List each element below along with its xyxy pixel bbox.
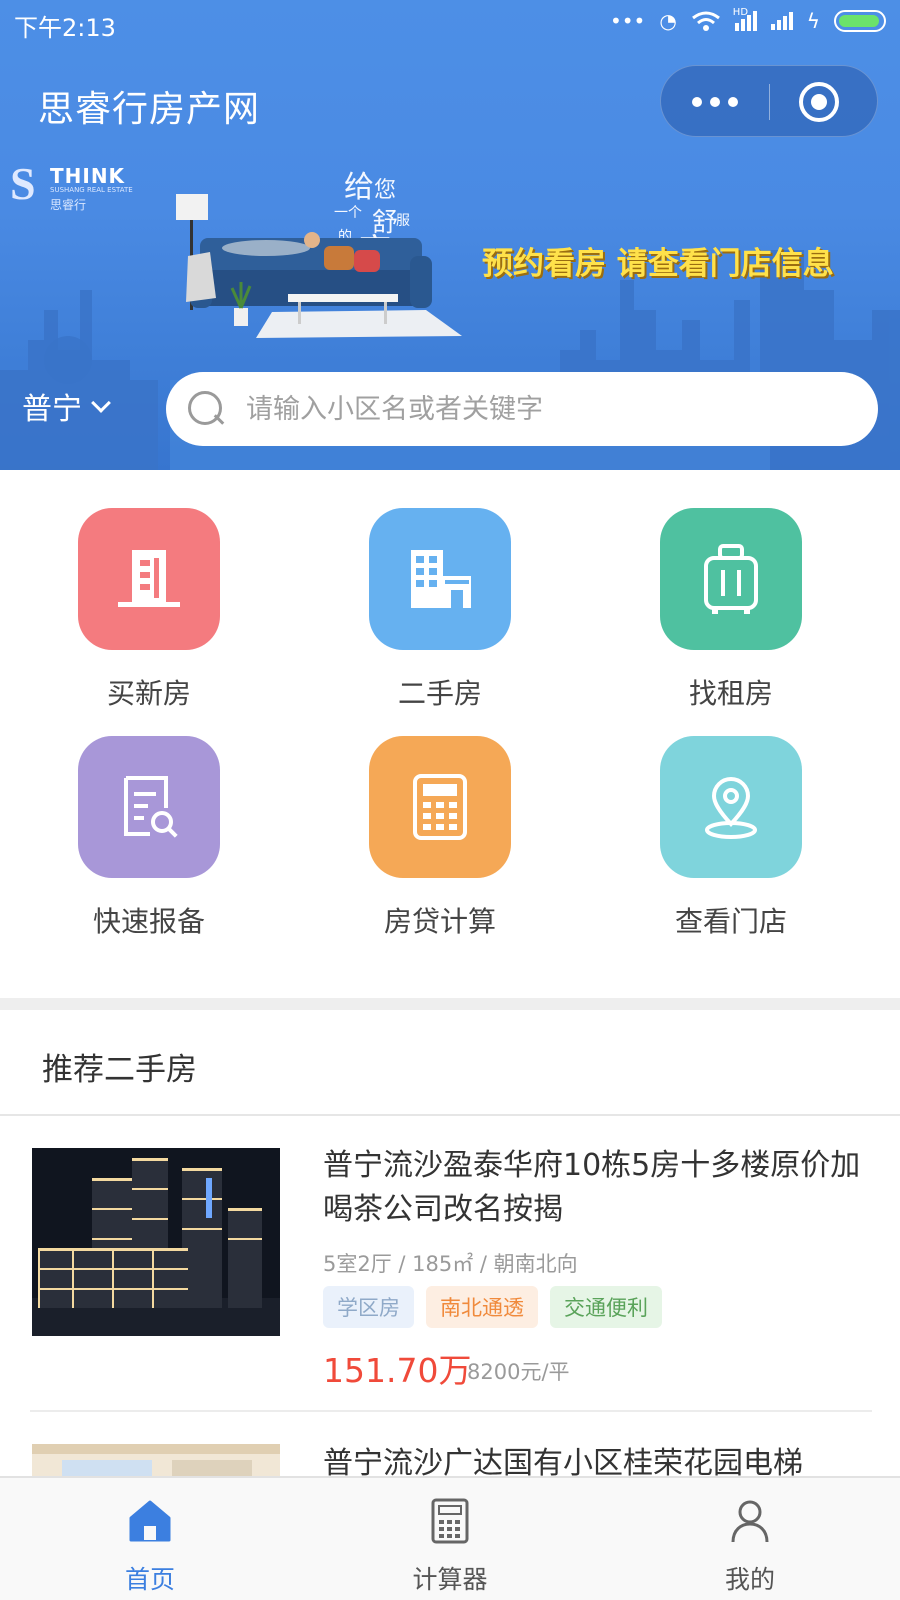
listing-thumbnail	[32, 1444, 280, 1476]
listing-tags: 学区房 南北通透 交通便利	[323, 1286, 662, 1328]
signal-hd-icon: HD	[733, 7, 757, 31]
alarm-icon: ◔	[659, 9, 677, 33]
menu-icon-bg	[78, 736, 220, 878]
status-time: 下午2:13	[14, 14, 116, 42]
search-icon	[188, 391, 224, 427]
target-close-icon[interactable]	[799, 82, 839, 122]
menu-item-loan-calc[interactable]: 房贷计算	[340, 736, 540, 940]
calculator-icon	[413, 774, 467, 840]
dots-icon: •••	[609, 9, 646, 33]
listing-item[interactable]: 普宁流沙广达国有小区桂荣花园电梯	[0, 1412, 900, 1476]
report-search-icon	[124, 776, 178, 838]
tab-label: 首页	[124, 1565, 175, 1594]
feature-menu: 买新房 二手房 找租房 快速报备 房贷计算 查看门店	[0, 470, 900, 998]
menu-label: 查看门店	[674, 905, 787, 938]
menu-label: 房贷计算	[383, 905, 496, 938]
menu-item-rent[interactable]: 找租房	[631, 508, 831, 712]
menu-item-view-store[interactable]: 查看门店	[631, 736, 831, 940]
listing-meta: 5室2厅 / 185㎡ / 朝南北向	[323, 1252, 578, 1276]
sofa-illustration	[176, 194, 462, 338]
building-icon	[118, 550, 180, 607]
logo-cn: 思睿行	[50, 198, 87, 212]
menu-icon-bg	[369, 736, 511, 878]
wifi-icon	[691, 11, 720, 31]
app-title: 思睿行房产网	[38, 89, 261, 130]
listing-price: 151.70万	[323, 1351, 472, 1390]
menu-label: 买新房	[106, 677, 191, 710]
logo-en: THINK	[50, 164, 126, 188]
listing-title: 普宁流沙盈泰华府10栋5房十多楼原价加喝茶公司改名按揭	[323, 1148, 861, 1227]
section-title: 推荐二手房	[42, 1052, 197, 1088]
header-banner: 下午2:13 ••• ◔ HD ϟ 思睿行房产网 S THINK SUSHANG…	[0, 0, 900, 470]
buildings-icon	[411, 550, 471, 608]
tab-label: 我的	[724, 1565, 775, 1594]
capsule-divider	[769, 84, 770, 120]
tab-calculator[interactable]: 计算器	[300, 1478, 600, 1600]
charging-icon: ϟ	[806, 9, 820, 33]
tag-transport: 交通便利	[550, 1286, 662, 1328]
menu-label: 找租房	[688, 677, 773, 710]
more-dots-icon[interactable]	[661, 66, 769, 138]
status-bar: 下午2:13 ••• ◔ HD ϟ	[0, 0, 900, 46]
tag-school-district: 学区房	[323, 1286, 414, 1328]
location-pin-icon	[705, 777, 757, 839]
listing-unit-price: 8200元/平	[467, 1360, 570, 1384]
user-icon	[731, 1500, 769, 1543]
tag-north-south: 南北通透	[426, 1286, 538, 1328]
luggage-icon	[704, 544, 758, 614]
city-selector[interactable]: 普宁	[22, 384, 111, 428]
menu-item-new-house[interactable]: 买新房	[49, 508, 249, 712]
tab-mine[interactable]: 我的	[600, 1478, 900, 1600]
logo-sub: SUSHANG REAL ESTATE	[50, 186, 133, 194]
menu-item-second-hand[interactable]: 二手房	[340, 508, 540, 712]
menu-icon-bg	[660, 736, 802, 878]
menu-icon-bg	[369, 508, 511, 650]
home-icon	[129, 1500, 171, 1542]
listing-item[interactable]: 普宁流沙盈泰华府10栋5房十多楼原价加喝茶公司改名按揭 5室2厅 / 185㎡ …	[0, 1116, 900, 1390]
search-input[interactable]	[246, 393, 806, 425]
menu-label: 快速报备	[92, 905, 205, 938]
city-label: 普宁	[22, 392, 82, 427]
listing-title: 普宁流沙广达国有小区桂荣花园电梯	[323, 1446, 803, 1476]
section-divider	[0, 998, 900, 1010]
menu-icon-bg	[78, 508, 220, 650]
network-label: HD	[732, 7, 749, 18]
menu-label: 二手房	[397, 677, 482, 710]
tab-home[interactable]: 首页	[0, 1478, 300, 1600]
logo-mark-icon: S	[10, 158, 36, 209]
calculator-icon	[431, 1498, 469, 1544]
tab-label: 计算器	[412, 1565, 488, 1594]
status-icons: ••• ◔ HD ϟ	[609, 7, 886, 33]
signal-icon	[770, 12, 793, 30]
search-bar[interactable]	[166, 372, 878, 446]
bottom-tabbar: 首页 计算器 我的	[0, 1476, 900, 1600]
mini-program-capsule	[660, 65, 878, 137]
menu-item-quick-report[interactable]: 快速报备	[49, 736, 249, 940]
banner-slogan: 预约看房 请查看门店信息	[482, 246, 834, 282]
battery-icon	[834, 10, 886, 32]
menu-icon-bg	[660, 508, 802, 650]
listing-thumbnail	[32, 1148, 280, 1336]
chevron-down-icon	[91, 393, 111, 413]
